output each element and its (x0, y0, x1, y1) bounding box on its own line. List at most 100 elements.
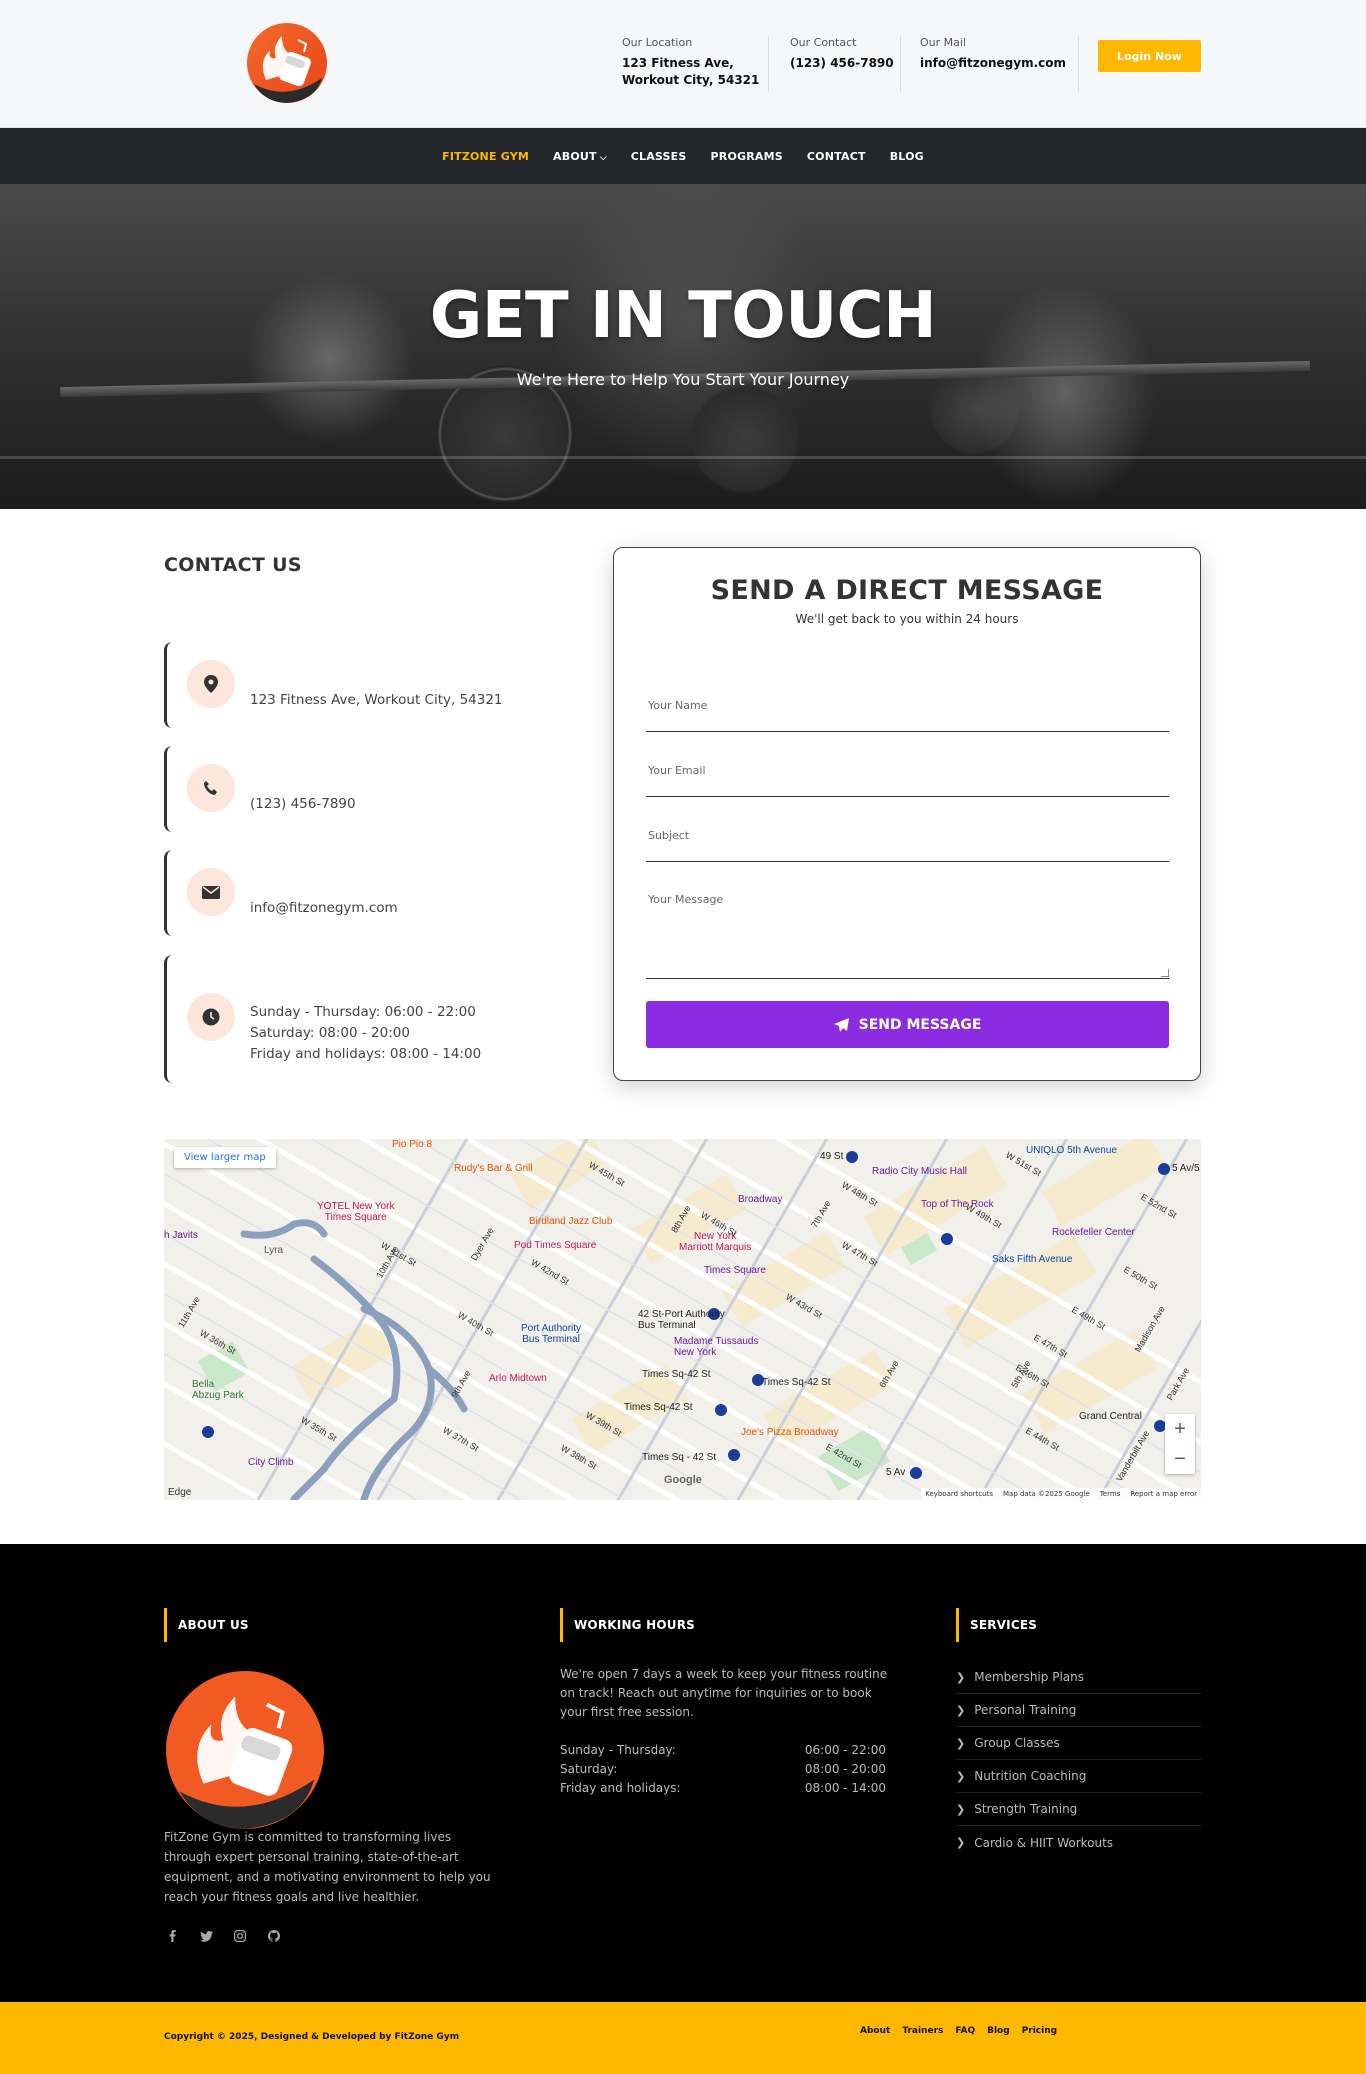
contact-value: (123) 456-7890 (790, 56, 894, 70)
map-place-label[interactable]: Port Authority Bus Terminal (521, 1323, 581, 1345)
map-place-label[interactable]: Times Sq-42 St (642, 1369, 711, 1380)
map-place-label[interactable]: Saks Fifth Avenue (992, 1254, 1072, 1265)
map-place-label[interactable]: Arlo Midtown (489, 1373, 547, 1384)
map-place-label[interactable]: Madame Tussauds New York (674, 1336, 759, 1358)
service-item-cardio-hiit[interactable]: ❯ Cardio & HIIT Workouts (956, 1826, 1201, 1859)
fitzone-logo[interactable] (246, 22, 328, 104)
chevron-right-icon: ❯ (956, 1703, 966, 1717)
twitter-icon[interactable] (198, 1928, 214, 1944)
bottom-link-about[interactable]: About (860, 2026, 890, 2036)
email-field[interactable] (646, 753, 1169, 787)
map-pin-icon (187, 660, 235, 708)
map-place-label[interactable]: Lyra (264, 1245, 283, 1256)
form-title: SEND A DIRECT MESSAGE (710, 575, 1104, 606)
subject-field-wrapper (646, 818, 1169, 862)
bottom-link-trainers[interactable]: Trainers (902, 2026, 943, 2036)
hours-time: 06:00 - 22:00 (804, 1743, 886, 1757)
map-place-label[interactable]: City Climb (248, 1457, 294, 1468)
service-item-personal-training[interactable]: ❯ Personal Training (956, 1694, 1201, 1727)
resize-handle[interactable] (1161, 969, 1169, 977)
chevron-right-icon: ❯ (956, 1670, 966, 1684)
send-message-label: SEND MESSAGE (858, 1016, 982, 1033)
chevron-right-icon: ❯ (956, 1836, 966, 1849)
message-field-wrapper (646, 883, 1169, 979)
hours-row: Sunday - Thursday: 06:00 - 22:00 (560, 1743, 886, 1762)
service-label: Strength Training (974, 1802, 1078, 1816)
nav-item-classes[interactable]: CLASSES (631, 150, 687, 163)
zoom-in-button[interactable]: + (1165, 1414, 1195, 1444)
github-icon[interactable] (266, 1928, 282, 1944)
map-place-line: Bus Terminal (522, 1334, 580, 1345)
map-place-label[interactable]: 5 Av (886, 1467, 905, 1478)
nav-item-blog[interactable]: BLOG (890, 150, 924, 163)
chevron-right-icon: ❯ (956, 1736, 966, 1750)
map-place-label[interactable]: Radio City Music Hall (872, 1166, 967, 1177)
map-place-label[interactable]: Bella Abzug Park (192, 1379, 244, 1401)
header-divider (900, 36, 901, 92)
nav-item-fitzone-gym[interactable]: FITZONE GYM (442, 150, 529, 163)
map-keyboard-shortcuts[interactable]: Keyboard shortcuts (925, 1490, 993, 1498)
map-place-label[interactable]: Times Sq-42 St (762, 1377, 831, 1388)
map-place-label[interactable]: Birdland Jazz Club (529, 1216, 612, 1227)
service-item-nutrition-coaching[interactable]: ❯ Nutrition Coaching (956, 1760, 1201, 1793)
bottom-link-pricing[interactable]: Pricing (1022, 2026, 1057, 2036)
message-field[interactable] (646, 883, 1169, 975)
google-map[interactable]: View larger map Pio Pio 8 Rudy's Bar & G… (164, 1139, 1201, 1500)
map-place-label[interactable]: h Javits (164, 1230, 198, 1241)
site-footer: ABOUT US FitZone Gym is committed to tra… (0, 1544, 1366, 2002)
map-place-label[interactable]: UNIQLO 5th Avenue (1026, 1145, 1117, 1156)
bottom-link-faq[interactable]: FAQ (955, 2026, 975, 2036)
nav-item-contact[interactable]: CONTACT (807, 150, 866, 163)
name-field[interactable] (646, 688, 1169, 722)
service-label: Nutrition Coaching (974, 1769, 1087, 1783)
contact-email-item: info@fitzonegym.com (164, 850, 534, 936)
map-place-label[interactable]: 5 Av/5 (1172, 1163, 1200, 1174)
map-place-label[interactable]: Times Square (704, 1265, 766, 1276)
map-place-label[interactable]: 42 St-Port Authority Bus Terminal (638, 1309, 725, 1331)
nav-item-programs[interactable]: PROGRAMS (711, 150, 783, 163)
map-place-label[interactable]: Top of The Rock (921, 1199, 994, 1210)
login-button[interactable]: Login Now (1098, 40, 1201, 72)
service-item-strength-training[interactable]: ❯ Strength Training (956, 1793, 1201, 1826)
instagram-icon[interactable] (232, 1928, 248, 1944)
hero-banner: GET IN TOUCH We're Here to Help You Star… (0, 184, 1366, 509)
footer-logo (165, 1670, 325, 1830)
map-place-label[interactable]: Rudy's Bar & Grill (454, 1163, 533, 1174)
paper-plane-icon (833, 1017, 849, 1032)
map-zoom-controls: + − (1165, 1414, 1195, 1474)
map-place-label[interactable]: Pod Times Square (514, 1240, 596, 1251)
map-place-label[interactable]: YOTEL New York Times Square (317, 1201, 394, 1223)
map-place-label[interactable]: 49 St (820, 1151, 843, 1162)
map-place-label[interactable]: Broadway (738, 1194, 782, 1205)
service-item-membership-plans[interactable]: ❯ Membership Plans (956, 1661, 1201, 1694)
service-item-group-classes[interactable]: ❯ Group Classes (956, 1727, 1201, 1760)
map-place-label[interactable]: Grand Central (1079, 1411, 1142, 1422)
map-report-error-link[interactable]: Report a map error (1130, 1490, 1197, 1498)
facebook-icon[interactable] (164, 1928, 180, 1944)
chevron-right-icon: ❯ (956, 1802, 966, 1816)
map-terms-link[interactable]: Terms (1100, 1490, 1121, 1498)
contact-phone[interactable]: (123) 456-7890 (250, 794, 356, 815)
subject-field[interactable] (646, 818, 1169, 852)
bottom-link-blog[interactable]: Blog (987, 2026, 1010, 2036)
send-message-button[interactable]: SEND MESSAGE (646, 1001, 1169, 1048)
contact-email[interactable]: info@fitzonegym.com (250, 898, 398, 919)
main-nav: FITZONE GYM ABOUT ⌵ CLASSES PROGRAMS CONT… (0, 128, 1366, 184)
contact-address: 123 Fitness Ave, Workout City, 54321 (250, 692, 503, 708)
working-hours-heading: WORKING HOURS (560, 1608, 695, 1642)
map-place-label[interactable]: Rockefeller Center (1052, 1227, 1135, 1238)
map-place-label[interactable]: New York Marriott Marquis (679, 1231, 751, 1253)
service-label: Personal Training (974, 1703, 1077, 1717)
nav-item-about[interactable]: ABOUT ⌵ (553, 150, 607, 163)
map-place-label[interactable]: Joe's Pizza Broadway (741, 1427, 839, 1438)
map-place-line: Times Square (324, 1212, 387, 1223)
map-place-label[interactable]: Pio Pio 8 (392, 1139, 432, 1150)
zoom-out-button[interactable]: − (1165, 1444, 1195, 1474)
hours-line: Friday and holidays: 08:00 - 14:00 (250, 1046, 482, 1062)
google-logo: Google (664, 1474, 702, 1486)
hours-day: Friday and holidays: (560, 1781, 681, 1795)
view-larger-map-link[interactable]: View larger map (174, 1147, 276, 1168)
map-place-label[interactable]: Times Sq - 42 St (642, 1452, 716, 1463)
map-place-label[interactable]: Edge (168, 1487, 191, 1498)
map-place-label[interactable]: Times Sq-42 St (624, 1402, 693, 1413)
